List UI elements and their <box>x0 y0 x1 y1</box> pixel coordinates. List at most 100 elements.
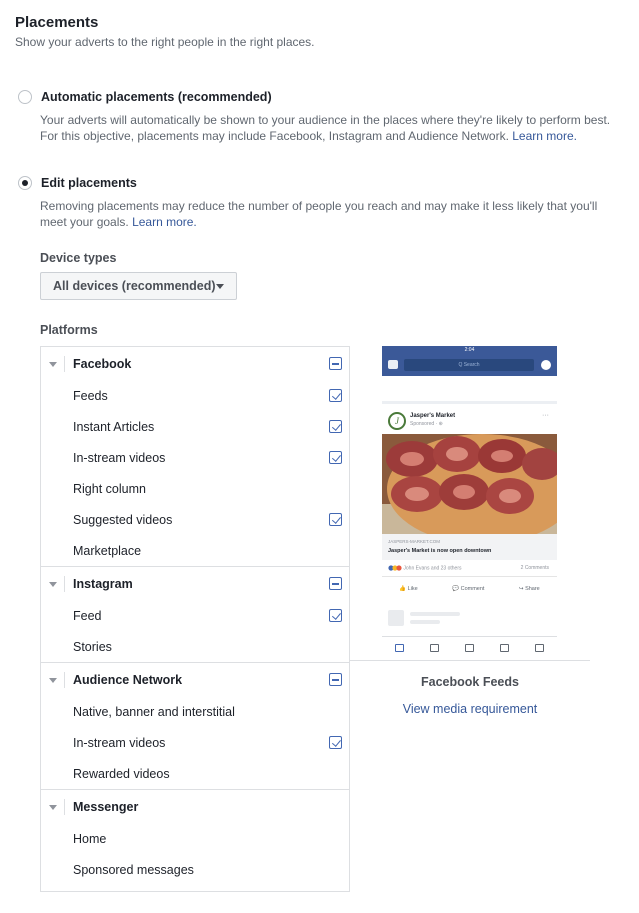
placeholder-line <box>410 620 440 624</box>
learn-more-link[interactable]: Learn more. <box>512 129 577 143</box>
notifications-icon <box>500 643 509 652</box>
placement-label: In-stream videos <box>73 450 166 465</box>
share-label: Share <box>525 585 540 592</box>
post-actions: 👍 Like 💬 Comment ↪ Share <box>382 576 557 600</box>
device-types-label: Device types <box>40 251 117 265</box>
chevron-down-icon <box>216 284 224 289</box>
placement-label: Instant Articles <box>73 419 155 434</box>
marketplace-icon <box>465 643 474 652</box>
divider <box>64 356 65 372</box>
page-title: Placements <box>15 14 99 31</box>
placement-checkbox[interactable] <box>329 389 342 402</box>
automatic-placements-description: Your adverts will automatically be shown… <box>40 112 625 144</box>
divider <box>350 660 590 661</box>
placement-checkbox[interactable] <box>329 705 342 718</box>
placement-item: Stories <box>41 631 349 662</box>
search-field: Q Search <box>404 359 534 371</box>
partial-select-checkbox[interactable] <box>329 673 342 686</box>
page-subtitle: Show your adverts to the right people in… <box>15 35 315 49</box>
placement-checkbox[interactable] <box>329 451 342 464</box>
feed-placeholder <box>382 376 557 401</box>
platform-group-instagram: Instagram Feed Stories <box>41 567 349 663</box>
placement-label: Rewarded videos <box>73 766 170 781</box>
platform-group-header: Messenger <box>41 790 349 823</box>
reactions-text: John Evans and 23 others <box>403 565 462 572</box>
placement-label: In-stream videos <box>73 735 166 750</box>
platform-group-messenger: Messenger Home Sponsored messages <box>41 790 349 885</box>
placement-checkbox[interactable] <box>329 832 342 845</box>
collapse-caret-icon[interactable] <box>49 805 57 810</box>
like-action: 👍 Like <box>399 585 418 592</box>
partial-select-checkbox[interactable] <box>329 357 342 370</box>
placement-item: Suggested videos <box>41 504 349 535</box>
comment-action: 💬 Comment <box>452 585 485 592</box>
phone-bezel-right <box>557 346 569 658</box>
placement-item: Home <box>41 823 349 854</box>
placement-checkbox[interactable] <box>329 482 342 495</box>
news-feed-icon <box>395 643 404 652</box>
placement-checkbox[interactable] <box>329 513 342 526</box>
video-icon <box>430 643 439 652</box>
placement-checkbox[interactable] <box>329 420 342 433</box>
placement-label: Marketplace <box>73 543 142 558</box>
placement-checkbox[interactable] <box>329 736 342 749</box>
placeholder-line <box>410 612 460 616</box>
device-types-dropdown[interactable]: All devices (recommended) <box>40 272 237 300</box>
status-time: 2:04 <box>464 347 475 353</box>
placement-label: Stories <box>73 639 112 654</box>
placement-label: Feeds <box>73 388 108 403</box>
learn-more-link[interactable]: Learn more. <box>132 215 197 229</box>
platforms-label: Platforms <box>40 323 98 337</box>
placement-checkbox[interactable] <box>329 640 342 653</box>
placement-label: Sponsored messages <box>73 862 194 877</box>
placeholder-avatar <box>388 610 404 626</box>
facebook-top-bar: Q Search <box>382 354 557 376</box>
divider <box>64 576 65 592</box>
platform-name: Instagram <box>73 576 133 591</box>
reactions-summary: John Evans and 23 others <box>388 565 462 571</box>
comments-count: 2 Comments <box>520 565 549 571</box>
phone-tab-bar <box>382 636 557 658</box>
platform-group-header: Facebook <box>41 347 349 380</box>
edit-placements-text: Removing placements may reduce the numbe… <box>40 199 598 229</box>
divider <box>64 799 65 815</box>
view-media-requirement-link[interactable]: View media requirement <box>350 702 590 716</box>
reaction-icons <box>388 565 402 571</box>
placement-checkbox[interactable] <box>329 544 342 557</box>
edit-placements-option[interactable]: Edit placements <box>18 176 137 190</box>
automatic-placements-radio[interactable] <box>18 90 32 104</box>
placement-label: Right column <box>73 481 146 496</box>
placement-item: In-stream videos <box>41 727 349 758</box>
avatar: J <box>388 412 406 430</box>
placement-item: Rewarded videos <box>41 758 349 789</box>
edit-placements-radio[interactable] <box>18 176 32 190</box>
post-author: Jasper's Market <box>410 413 456 419</box>
platform-group-header: Instagram <box>41 567 349 600</box>
menu-icon <box>535 643 544 652</box>
tart-image <box>382 434 557 534</box>
partial-select-checkbox[interactable] <box>329 577 342 590</box>
collapse-caret-icon[interactable] <box>49 582 57 587</box>
placement-label: Native, banner and interstitial <box>73 704 235 719</box>
placement-label: Home <box>73 831 107 846</box>
preview-caption: Facebook Feeds <box>421 675 519 689</box>
placement-checkbox[interactable] <box>329 863 342 876</box>
link-preview: JASPERS-MARKET.COM Jasper's Market is no… <box>382 534 557 560</box>
phone-status-bar: 2:04 <box>382 346 557 354</box>
camera-icon <box>388 360 398 369</box>
collapse-caret-icon[interactable] <box>49 362 57 367</box>
placement-checkbox[interactable] <box>329 609 342 622</box>
device-types-value: All devices (recommended) <box>53 279 216 293</box>
like-label: Like <box>407 585 418 592</box>
link-title: Jasper's Market is now open downtown <box>388 548 492 554</box>
phone-bezel-left <box>370 346 382 658</box>
automatic-placements-option[interactable]: Automatic placements (recommended) <box>18 90 272 104</box>
platform-name: Audience Network <box>73 672 183 687</box>
comment-label: Comment <box>460 585 485 592</box>
messenger-icon <box>541 360 551 370</box>
edit-placements-label: Edit placements <box>41 176 137 190</box>
placement-label: Suggested videos <box>73 512 173 527</box>
placement-checkbox[interactable] <box>329 767 342 780</box>
placement-item: Native, banner and interstitial <box>41 696 349 727</box>
collapse-caret-icon[interactable] <box>49 678 57 683</box>
